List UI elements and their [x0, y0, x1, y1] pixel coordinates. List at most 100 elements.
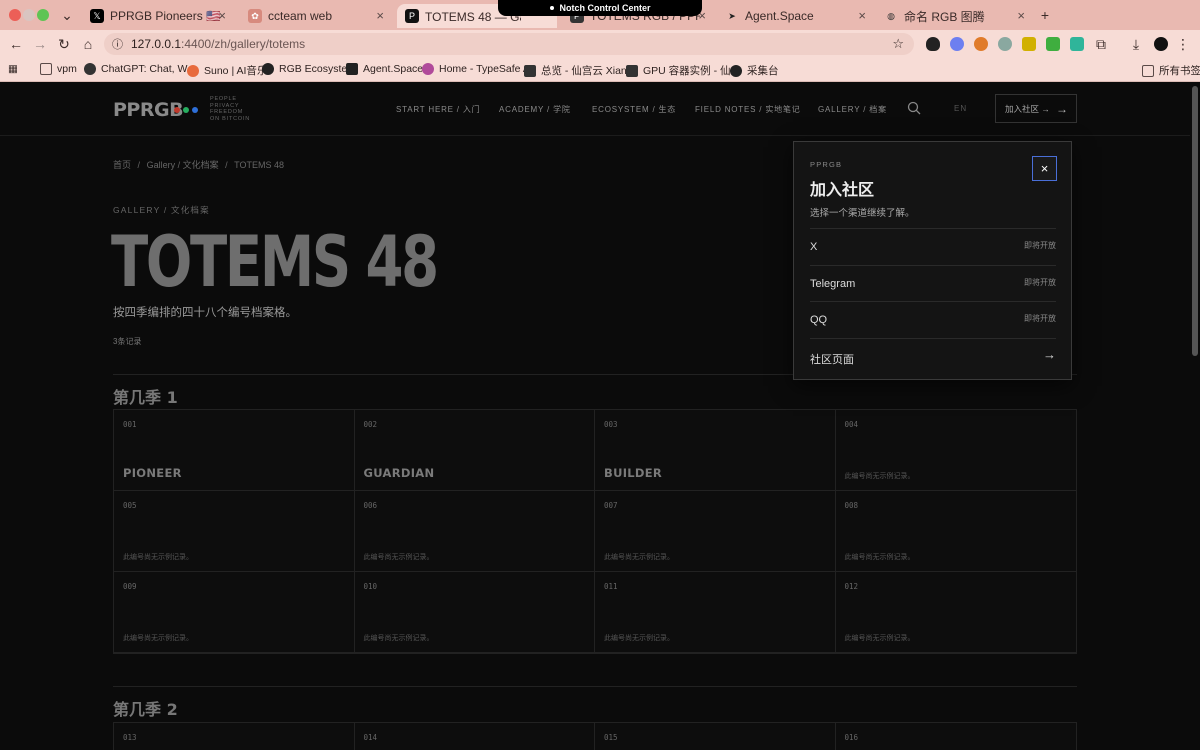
home-icon[interactable]: ⌂: [79, 35, 97, 53]
red-dot-icon: [174, 107, 180, 113]
bookmark-agent-space[interactable]: Agent.Space: [346, 63, 423, 75]
minimize-window-button[interactable]: [23, 9, 35, 21]
bookmark-chatgpt[interactable]: ChatGPT: Chat, W...: [84, 63, 196, 75]
totem-cell[interactable]: 010 此编号尚无示例记录。: [354, 572, 595, 653]
agent-space-icon: ➤: [728, 10, 736, 21]
tab-close-icon[interactable]: ×: [218, 8, 226, 23]
empty-record-text: 此编号尚无示例记录。: [123, 554, 193, 561]
channel-x[interactable]: X 即将开放: [810, 228, 1056, 265]
extension-icon[interactable]: [1022, 37, 1036, 51]
nav-gallery[interactable]: GALLERY / 档案: [818, 104, 887, 115]
extension-icon[interactable]: [1046, 37, 1060, 51]
extension-icon[interactable]: [1070, 37, 1084, 51]
join-community-button[interactable]: 加入社区 → →: [995, 94, 1077, 123]
modal-subtitle: 选择一个渠道继续了解。: [810, 208, 915, 219]
bookmark-star-icon[interactable]: ☆: [892, 36, 904, 52]
totem-number: 009: [123, 582, 137, 591]
totem-cell[interactable]: 004 此编号尚无示例记录。: [835, 410, 1076, 491]
totem-number: 008: [844, 501, 859, 510]
tab-close-icon[interactable]: ×: [858, 8, 866, 23]
totem-number: 010: [363, 582, 378, 591]
tab-close-icon[interactable]: ×: [1017, 8, 1025, 23]
season-1-title: 第几季 1: [113, 388, 178, 407]
site-logo[interactable]: PPRGB: [113, 99, 184, 121]
apps-grid-icon[interactable]: ▦: [8, 63, 18, 75]
extension-icon[interactable]: [974, 37, 988, 51]
bookmark-xiangongyun[interactable]: 总览 - 仙宫云 Xian...: [524, 63, 636, 78]
totem-number: 011: [604, 582, 618, 591]
totem-cell[interactable]: 014: [354, 723, 595, 750]
totem-cell[interactable]: 003 BUILDER: [595, 410, 836, 491]
new-tab-plus-icon[interactable]: +: [1036, 6, 1054, 24]
totem-cell[interactable]: 007 此编号尚无示例记录。: [595, 491, 836, 572]
totem-cell[interactable]: 009 此编号尚无示例记录。: [114, 572, 355, 653]
ccteam-favicon-icon: ✿: [248, 9, 262, 23]
extension-icon[interactable]: [950, 37, 964, 51]
page-scrollbar[interactable]: [1192, 86, 1198, 356]
join-community-modal: PPRGB 加入社区 选择一个渠道继续了解。 × X 即将开放 Telegram…: [793, 141, 1072, 380]
nav-field-notes[interactable]: FIELD NOTES / 实地笔记: [695, 104, 801, 115]
x-logo-icon: 𝕏: [90, 9, 104, 23]
totem-number: 002: [363, 420, 378, 429]
search-icon[interactable]: [907, 101, 921, 115]
bookmark-suno[interactable]: Suno | AI音乐: [187, 63, 267, 78]
totem-cell[interactable]: 013: [114, 723, 355, 750]
record-count: 3条记录: [113, 337, 142, 346]
back-arrow-icon[interactable]: ←: [7, 35, 25, 53]
modal-close-button[interactable]: ×: [1032, 156, 1057, 181]
totem-cell[interactable]: 002 GUARDIAN: [354, 410, 595, 491]
extension-icon[interactable]: [998, 37, 1012, 51]
totem-cell[interactable]: 006 此编号尚无示例记录。: [354, 491, 595, 572]
channel-qq[interactable]: QQ 即将开放: [810, 301, 1056, 338]
all-bookmarks[interactable]: 所有书签: [1142, 63, 1200, 78]
bookmark-gpu-instance[interactable]: GPU 容器实例 - 仙...: [626, 63, 739, 78]
tab-naming-rgb-totem[interactable]: ◍ 命名 RGB 图腾 ×: [876, 4, 1031, 28]
totem-cell[interactable]: 015: [595, 723, 836, 750]
totem-cell[interactable]: 012 此编号尚无示例记录。: [835, 572, 1076, 653]
site-info-icon[interactable]: ⓘ: [112, 36, 123, 52]
tab-list-chevron-icon[interactable]: ⌄: [58, 6, 76, 24]
reload-icon[interactable]: ↻: [55, 35, 73, 53]
close-window-button[interactable]: [9, 9, 21, 21]
bookmark-vpm[interactable]: vpm: [40, 63, 77, 75]
nav-start-here[interactable]: START HERE / 入门: [396, 104, 480, 115]
tab-close-icon[interactable]: ×: [376, 8, 384, 23]
totem-cell[interactable]: 001 PIONEER: [114, 410, 355, 491]
globe-icon: [262, 63, 274, 75]
page-description: 按四季编排的四十八个编号档案格。: [113, 307, 297, 319]
channel-community-page[interactable]: 社区页面 →: [810, 338, 1056, 375]
breadcrumb-home[interactable]: 首页: [113, 160, 131, 170]
totem-cell[interactable]: 008 此编号尚无示例记录。: [835, 491, 1076, 572]
tab-ccteam-web[interactable]: ✿ ccteam web ×: [240, 4, 390, 28]
nav-academy[interactable]: ACADEMY / 学院: [499, 104, 571, 115]
tab-pprgb-pioneers[interactable]: 𝕏 PPRGB Pioneers 🇺🇸 (@PPRGB ×: [82, 4, 232, 28]
bookmark-rgb-ecosystem[interactable]: RGB Ecosystem: [262, 63, 356, 75]
maximize-window-button[interactable]: [37, 9, 49, 21]
channel-telegram[interactable]: Telegram 即将开放: [810, 265, 1056, 302]
totem-number: 005: [123, 501, 137, 510]
profile-avatar-icon[interactable]: [1154, 37, 1168, 51]
shield-extension-icon[interactable]: [926, 37, 940, 51]
status-badge: 即将开放: [1024, 278, 1056, 287]
address-bar[interactable]: ⓘ 127.0.0.1:4400/zh/gallery/totems ☆: [104, 33, 914, 55]
bookmark-typesafe[interactable]: Home - TypeSafe AI: [422, 63, 533, 75]
green-dot-icon: [183, 107, 189, 113]
totem-cell[interactable]: 011 此编号尚无示例记录。: [595, 572, 836, 653]
bookmark-caijitai[interactable]: 采集台: [730, 63, 779, 78]
forward-arrow-icon[interactable]: →: [31, 35, 49, 53]
totem-cell[interactable]: 016: [835, 723, 1076, 750]
download-icon[interactable]: ⤓: [1127, 35, 1145, 53]
breadcrumb: 首页 / Gallery / 文化档案 / TOTEMS 48: [113, 160, 284, 170]
empty-record-text: 此编号尚无示例记录。: [604, 554, 674, 561]
totem-cell[interactable]: 005 此编号尚无示例记录。: [114, 491, 355, 572]
menu-kebab-icon[interactable]: ⋮: [1174, 35, 1192, 53]
xiangongyun-icon: [524, 64, 536, 77]
language-toggle[interactable]: EN: [954, 104, 967, 113]
totem-name: PIONEER: [123, 466, 182, 480]
bookmarks-bar: ▦ vpm ChatGPT: Chat, W... Suno | AI音乐 RG…: [0, 58, 1200, 82]
breadcrumb-gallery[interactable]: Gallery / 文化档案: [147, 160, 219, 170]
nav-ecosystem[interactable]: ECOSYSTEM / 生态: [592, 104, 676, 115]
tab-agent-space[interactable]: ➤ Agent.Space ×: [717, 4, 872, 28]
extensions-puzzle-icon[interactable]: ⧉: [1092, 35, 1110, 53]
divider: [113, 686, 1077, 687]
